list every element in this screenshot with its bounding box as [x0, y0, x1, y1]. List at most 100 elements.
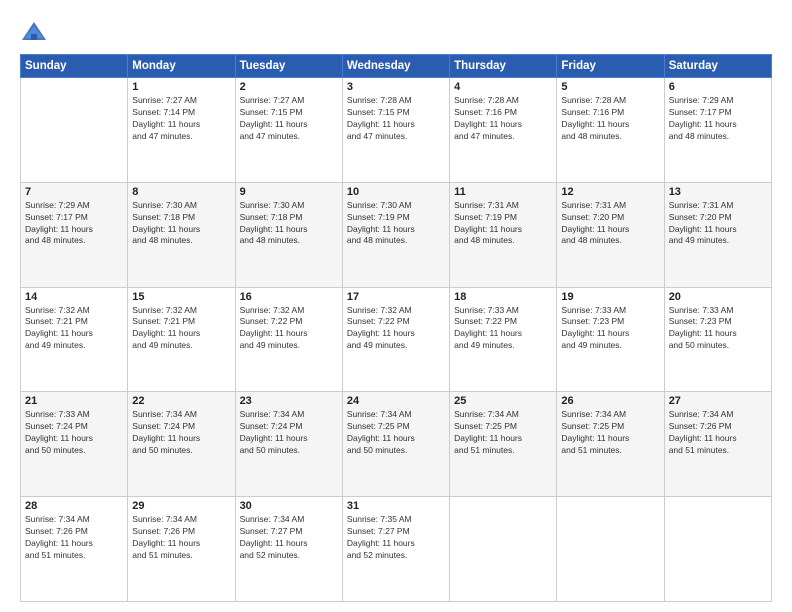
- day-number: 1: [132, 81, 230, 93]
- cell-info: Sunrise: 7:30 AM Sunset: 7:18 PM Dayligh…: [240, 200, 338, 248]
- day-number: 22: [132, 395, 230, 407]
- calendar-cell: 3Sunrise: 7:28 AM Sunset: 7:15 PM Daylig…: [342, 78, 449, 183]
- day-number: 6: [669, 81, 767, 93]
- calendar-cell: 13 Sunrise: 7:31 AM Sunset: 7:20 PM Dayli…: [664, 182, 771, 287]
- calendar-cell: [21, 78, 128, 183]
- day-number: 13: [669, 186, 767, 198]
- calendar-cell: 11 Sunrise: 7:31 AM Sunset: 7:19 PM Dayli…: [450, 182, 557, 287]
- weekday-header-wednesday: Wednesday: [342, 55, 449, 78]
- calendar-cell: 22 Sunrise: 7:34 AM Sunset: 7:24 PM Dayli…: [128, 392, 235, 497]
- calendar-cell: 5 Sunrise: 7:28 AM Sunset: 7:16 PM Daylig…: [557, 78, 664, 183]
- calendar-cell: 7 Sunrise: 7:29 AM Sunset: 7:17 PM Daylig…: [21, 182, 128, 287]
- day-number: 16: [240, 291, 338, 303]
- calendar-body: 1 Sunrise: 7:27 AM Sunset: 7:14 PM Daylig…: [21, 78, 772, 602]
- cell-info: Sunrise: 7:34 AM Sunset: 7:26 PM Dayligh…: [669, 409, 767, 457]
- cell-info: Sunrise: 7:27 AM Sunset: 7:14 PM Dayligh…: [132, 95, 230, 143]
- day-number: 19: [561, 291, 659, 303]
- logo-icon: [20, 18, 48, 46]
- logo: [20, 18, 52, 46]
- calendar-week-row: 28Sunrise: 7:34 AM Sunset: 7:26 PM Dayli…: [21, 497, 772, 602]
- calendar-header-row: SundayMondayTuesdayWednesdayThursdayFrid…: [21, 55, 772, 78]
- cell-info: Sunrise: 7:33 AM Sunset: 7:24 PM Dayligh…: [25, 409, 123, 457]
- calendar-cell: 8 Sunrise: 7:30 AM Sunset: 7:18 PM Daylig…: [128, 182, 235, 287]
- day-number: 17: [347, 291, 445, 303]
- header: [20, 18, 772, 46]
- cell-info: Sunrise: 7:34 AM Sunset: 7:27 PM Dayligh…: [240, 514, 338, 562]
- cell-info: Sunrise: 7:31 AM Sunset: 7:20 PM Dayligh…: [561, 200, 659, 248]
- calendar-week-row: 1 Sunrise: 7:27 AM Sunset: 7:14 PM Daylig…: [21, 78, 772, 183]
- day-number: 21: [25, 395, 123, 407]
- day-number: 2: [240, 81, 338, 93]
- calendar-cell: 10 Sunrise: 7:30 AM Sunset: 7:19 PM Dayli…: [342, 182, 449, 287]
- weekday-header-monday: Monday: [128, 55, 235, 78]
- calendar-cell: [557, 497, 664, 602]
- weekday-header-sunday: Sunday: [21, 55, 128, 78]
- day-number: 15: [132, 291, 230, 303]
- cell-info: Sunrise: 7:34 AM Sunset: 7:25 PM Dayligh…: [561, 409, 659, 457]
- calendar-cell: 23 Sunrise: 7:34 AM Sunset: 7:24 PM Dayli…: [235, 392, 342, 497]
- calendar-cell: 29Sunrise: 7:34 AM Sunset: 7:26 PM Dayli…: [128, 497, 235, 602]
- cell-info: Sunrise: 7:34 AM Sunset: 7:25 PM Dayligh…: [454, 409, 552, 457]
- day-number: 31: [347, 500, 445, 512]
- cell-info: Sunrise: 7:33 AM Sunset: 7:22 PM Dayligh…: [454, 305, 552, 353]
- cell-info: Sunrise: 7:34 AM Sunset: 7:24 PM Dayligh…: [132, 409, 230, 457]
- day-number: 9: [240, 186, 338, 198]
- calendar-cell: 18 Sunrise: 7:33 AM Sunset: 7:22 PM Dayli…: [450, 287, 557, 392]
- calendar-cell: 9 Sunrise: 7:30 AM Sunset: 7:18 PM Daylig…: [235, 182, 342, 287]
- day-number: 24: [347, 395, 445, 407]
- calendar-cell: 28Sunrise: 7:34 AM Sunset: 7:26 PM Dayli…: [21, 497, 128, 602]
- calendar-cell: 31 Sunrise: 7:35 AM Sunset: 7:27 PM Dayli…: [342, 497, 449, 602]
- cell-info: Sunrise: 7:31 AM Sunset: 7:20 PM Dayligh…: [669, 200, 767, 248]
- day-number: 14: [25, 291, 123, 303]
- calendar-cell: 1 Sunrise: 7:27 AM Sunset: 7:14 PM Daylig…: [128, 78, 235, 183]
- day-number: 20: [669, 291, 767, 303]
- page: SundayMondayTuesdayWednesdayThursdayFrid…: [0, 0, 792, 612]
- cell-info: Sunrise: 7:28 AM Sunset: 7:16 PM Dayligh…: [454, 95, 552, 143]
- calendar-cell: 27 Sunrise: 7:34 AM Sunset: 7:26 PM Dayli…: [664, 392, 771, 497]
- cell-info: Sunrise: 7:30 AM Sunset: 7:18 PM Dayligh…: [132, 200, 230, 248]
- day-number: 27: [669, 395, 767, 407]
- weekday-header-thursday: Thursday: [450, 55, 557, 78]
- cell-info: Sunrise: 7:34 AM Sunset: 7:26 PM Dayligh…: [25, 514, 123, 562]
- day-number: 18: [454, 291, 552, 303]
- calendar-cell: 21 Sunrise: 7:33 AM Sunset: 7:24 PM Dayli…: [21, 392, 128, 497]
- day-number: 23: [240, 395, 338, 407]
- day-number: 30: [240, 500, 338, 512]
- calendar-week-row: 7 Sunrise: 7:29 AM Sunset: 7:17 PM Daylig…: [21, 182, 772, 287]
- cell-info: Sunrise: 7:29 AM Sunset: 7:17 PM Dayligh…: [669, 95, 767, 143]
- cell-info: Sunrise: 7:34 AM Sunset: 7:26 PM Dayligh…: [132, 514, 230, 562]
- cell-info: Sunrise: 7:27 AM Sunset: 7:15 PM Dayligh…: [240, 95, 338, 143]
- weekday-header-tuesday: Tuesday: [235, 55, 342, 78]
- day-number: 11: [454, 186, 552, 198]
- calendar-cell: 17 Sunrise: 7:32 AM Sunset: 7:22 PM Dayli…: [342, 287, 449, 392]
- day-number: 5: [561, 81, 659, 93]
- day-number: 4: [454, 81, 552, 93]
- day-number: 8: [132, 186, 230, 198]
- calendar-cell: [450, 497, 557, 602]
- day-number: 7: [25, 186, 123, 198]
- day-number: 3: [347, 81, 445, 93]
- calendar-week-row: 14 Sunrise: 7:32 AM Sunset: 7:21 PM Dayli…: [21, 287, 772, 392]
- day-number: 12: [561, 186, 659, 198]
- cell-info: Sunrise: 7:31 AM Sunset: 7:19 PM Dayligh…: [454, 200, 552, 248]
- cell-info: Sunrise: 7:34 AM Sunset: 7:25 PM Dayligh…: [347, 409, 445, 457]
- cell-info: Sunrise: 7:29 AM Sunset: 7:17 PM Dayligh…: [25, 200, 123, 248]
- cell-info: Sunrise: 7:34 AM Sunset: 7:24 PM Dayligh…: [240, 409, 338, 457]
- day-number: 26: [561, 395, 659, 407]
- calendar-cell: 14 Sunrise: 7:32 AM Sunset: 7:21 PM Dayli…: [21, 287, 128, 392]
- day-number: 10: [347, 186, 445, 198]
- cell-info: Sunrise: 7:35 AM Sunset: 7:27 PM Dayligh…: [347, 514, 445, 562]
- calendar-cell: 20Sunrise: 7:33 AM Sunset: 7:23 PM Dayli…: [664, 287, 771, 392]
- calendar-cell: 6 Sunrise: 7:29 AM Sunset: 7:17 PM Daylig…: [664, 78, 771, 183]
- cell-info: Sunrise: 7:32 AM Sunset: 7:22 PM Dayligh…: [240, 305, 338, 353]
- cell-info: Sunrise: 7:28 AM Sunset: 7:16 PM Dayligh…: [561, 95, 659, 143]
- calendar-cell: [664, 497, 771, 602]
- calendar-cell: 19Sunrise: 7:33 AM Sunset: 7:23 PM Dayli…: [557, 287, 664, 392]
- calendar-cell: 15Sunrise: 7:32 AM Sunset: 7:21 PM Dayli…: [128, 287, 235, 392]
- cell-info: Sunrise: 7:32 AM Sunset: 7:21 PM Dayligh…: [25, 305, 123, 353]
- cell-info: Sunrise: 7:32 AM Sunset: 7:22 PM Dayligh…: [347, 305, 445, 353]
- calendar-cell: 2 Sunrise: 7:27 AM Sunset: 7:15 PM Daylig…: [235, 78, 342, 183]
- weekday-header-saturday: Saturday: [664, 55, 771, 78]
- calendar-cell: 25Sunrise: 7:34 AM Sunset: 7:25 PM Dayli…: [450, 392, 557, 497]
- cell-info: Sunrise: 7:30 AM Sunset: 7:19 PM Dayligh…: [347, 200, 445, 248]
